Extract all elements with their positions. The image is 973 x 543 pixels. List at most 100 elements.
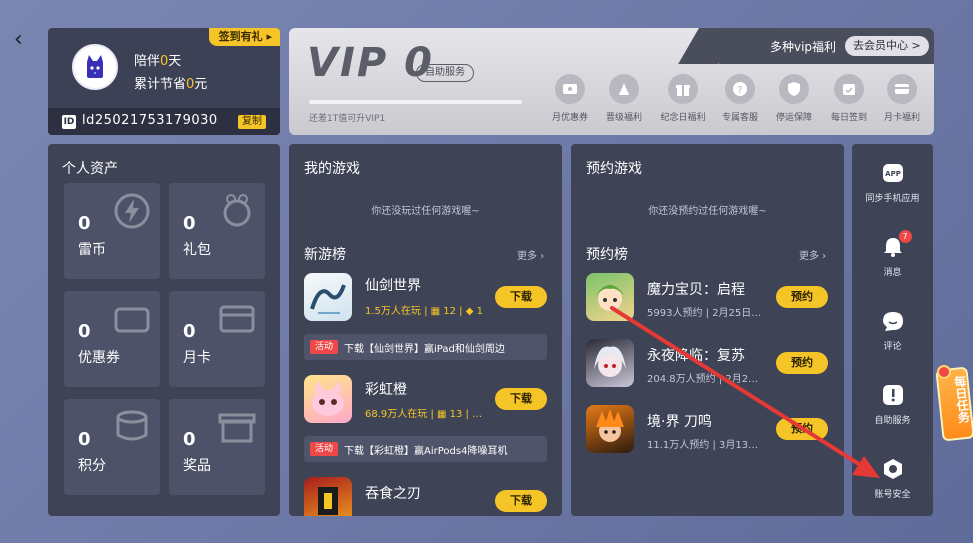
vip-progress-hint: 还差1T值可升VIP1 [309,114,386,124]
reserve-rank-title: 预约榜 [586,247,628,263]
total-saved: 累计节省0元 [134,77,208,92]
benefit-shutdown-protection[interactable]: 停运保障 [769,74,819,123]
my-games-empty: 你还没玩过任何游戏喔~ [371,206,480,217]
reserve-games-panel: 预约游戏 你还没预约过任何游戏喔~ 预约榜 更多 › 魔力宝贝：启程 5993人… [571,144,844,516]
chevron-left-icon: ‹ [14,27,23,52]
sidebar-item-account-security[interactable]: 账号安全 [852,458,933,500]
comment-icon [882,312,903,331]
user-id-bar: ID ld25021753179030 复制 [48,108,280,135]
self-service-button[interactable]: 自助服务 [416,64,474,82]
game-name[interactable]: 魔力宝贝：启程 [647,279,745,299]
asset-tile-gift[interactable]: 0 礼包 [169,183,265,279]
game-icon-moli[interactable] [586,273,634,321]
card-icon [219,305,255,333]
sidebar-item-messages[interactable]: 7 消息 [852,230,933,278]
vip-welfare-text: 多种vip福利 [770,40,837,54]
new-games-title: 新游榜 [304,247,346,263]
game-name[interactable]: 仙剑世界 [365,275,421,295]
svg-text:APP: APP [885,170,901,178]
benefit-exclusive-service[interactable]: ? 专属客服 [715,74,765,123]
asset-tile-leibi[interactable]: 0 雷币 [64,183,160,279]
game-name[interactable]: 吞食之刃 [365,483,421,503]
game-name[interactable]: 永夜降临：复苏 [647,345,745,365]
companion-days: 陪伴0天 [134,54,182,69]
vip-progress-bar [309,100,522,104]
id-icon: ID [62,115,76,129]
download-button[interactable]: 下载 [495,490,547,512]
asset-tile-coupon[interactable]: 0 优惠券 [64,291,160,387]
activity-tag: 活动 [310,340,338,354]
reserve-more-link[interactable]: 更多 › [799,247,826,262]
user-id: ld25021753179030 [82,113,218,128]
avatar[interactable] [72,44,118,90]
back-button[interactable]: ‹ [14,27,34,52]
cat-avatar-icon [87,55,103,78]
benefit-monthly-card[interactable]: 月卡福利 [877,74,927,123]
coin-icon [116,410,148,441]
member-center-button[interactable]: 去会员中心 > [845,36,929,56]
calendar-icon [843,84,855,95]
game-icon-xianjian[interactable] [304,273,352,321]
my-games-title: 我的游戏 [304,161,360,177]
assets-panel: 个人资产 0 雷币 0 礼包 0 优惠券 0 月卡 0 积分 0 奖品 [48,144,280,516]
prize-icon [218,413,256,443]
gear-shield-icon [883,459,902,479]
daily-task-dot [937,365,951,379]
card-icon [895,84,909,94]
shield-icon [788,82,800,96]
game-meta: 11.1万人预约 | 3月13… [647,440,759,451]
coupon-icon [114,307,150,333]
new-games-more-link[interactable]: 更多 › [517,247,544,262]
activity-text: 下载【仙剑世界】赢iPad和仙剑周边 [344,344,505,355]
activity-row[interactable]: 活动 下载【彩虹橙】赢AirPods4降噪耳机 [304,436,547,462]
gift-icon [619,83,629,95]
benefit-anniversary[interactable]: 纪念日福利 [658,74,708,123]
reserve-button[interactable]: 预约 [776,352,828,374]
game-name[interactable]: 彩虹橙 [365,379,407,399]
copy-id-button[interactable]: 复制 [238,115,266,129]
reserve-empty: 你还没预约过任何游戏喔~ [648,206,767,217]
game-meta: 1.5万人在玩 | ▦ 12 | ◆ 1 [365,306,483,317]
reserve-button[interactable]: 预约 [776,286,828,308]
asset-tile-monthly-card[interactable]: 0 月卡 [169,291,265,387]
vip-card: VIP 0 自助服务 还差1T值可升VIP1 多种vip福利 去会员中心 > 月… [289,28,934,135]
game-meta: 5993人预约 | 2月25日… [647,308,762,319]
reserve-button[interactable]: 预约 [776,418,828,440]
gift-icon [223,194,251,227]
coupon-icon [563,84,577,94]
benefit-monthly-coupon[interactable]: 月优惠券 [545,74,595,123]
reserve-title: 预约游戏 [586,161,642,177]
sidebar-item-sync-app[interactable]: APP 同步手机应用 [852,162,933,204]
giftbox-icon [676,85,690,96]
asset-tile-prizes[interactable]: 0 奖品 [169,399,265,495]
app-icon: APP [882,164,903,182]
game-icon-caihongcheng[interactable] [304,375,352,423]
svg-text:?: ? [737,85,742,96]
exclamation-icon [882,385,903,405]
asset-tile-points[interactable]: 0 积分 [64,399,160,495]
game-meta: 68.9万人在玩 | ▦ 13 | … [365,409,483,420]
game-meta: 204.8万人预约 | 2月2… [647,374,759,385]
game-name[interactable]: 境·界 刀鸣 [647,411,712,431]
right-sidebar: APP 同步手机应用 7 消息 评论 自助服务 账号安全 [852,144,933,516]
message-badge: 7 [898,230,912,243]
download-button[interactable]: 下载 [495,388,547,410]
benefit-daily-sign[interactable]: 每日签到 [824,74,874,123]
activity-tag: 活动 [310,442,338,456]
lightning-icon [114,193,150,229]
game-icon-jingjie[interactable] [586,405,634,453]
sidebar-item-comments[interactable]: 评论 [852,310,933,352]
activity-text: 下载【彩虹橙】赢AirPods4降噪耳机 [344,446,508,457]
my-games-panel: 我的游戏 你还没玩过任何游戏喔~ 新游榜 更多 › 仙剑世界 1.5万人在玩 |… [289,144,562,516]
sign-in-reward-tag[interactable]: 签到有礼 ▸ [208,28,280,46]
assets-title: 个人资产 [62,161,118,177]
user-card: 签到有礼 ▸ 陪伴0天 累计节省0元 ID ld25021753179030 复… [48,28,280,135]
vip-level: VIP 0 [307,40,434,86]
benefit-promotion[interactable]: 晋级福利 [599,74,649,123]
help-icon: ? [733,82,747,96]
download-button[interactable]: 下载 [495,286,547,308]
game-icon-tunshi[interactable] [304,477,352,516]
game-icon-yongye[interactable] [586,339,634,387]
activity-row[interactable]: 活动 下载【仙剑世界】赢iPad和仙剑周边 [304,334,547,360]
sidebar-item-self-service[interactable]: 自助服务 [852,384,933,426]
